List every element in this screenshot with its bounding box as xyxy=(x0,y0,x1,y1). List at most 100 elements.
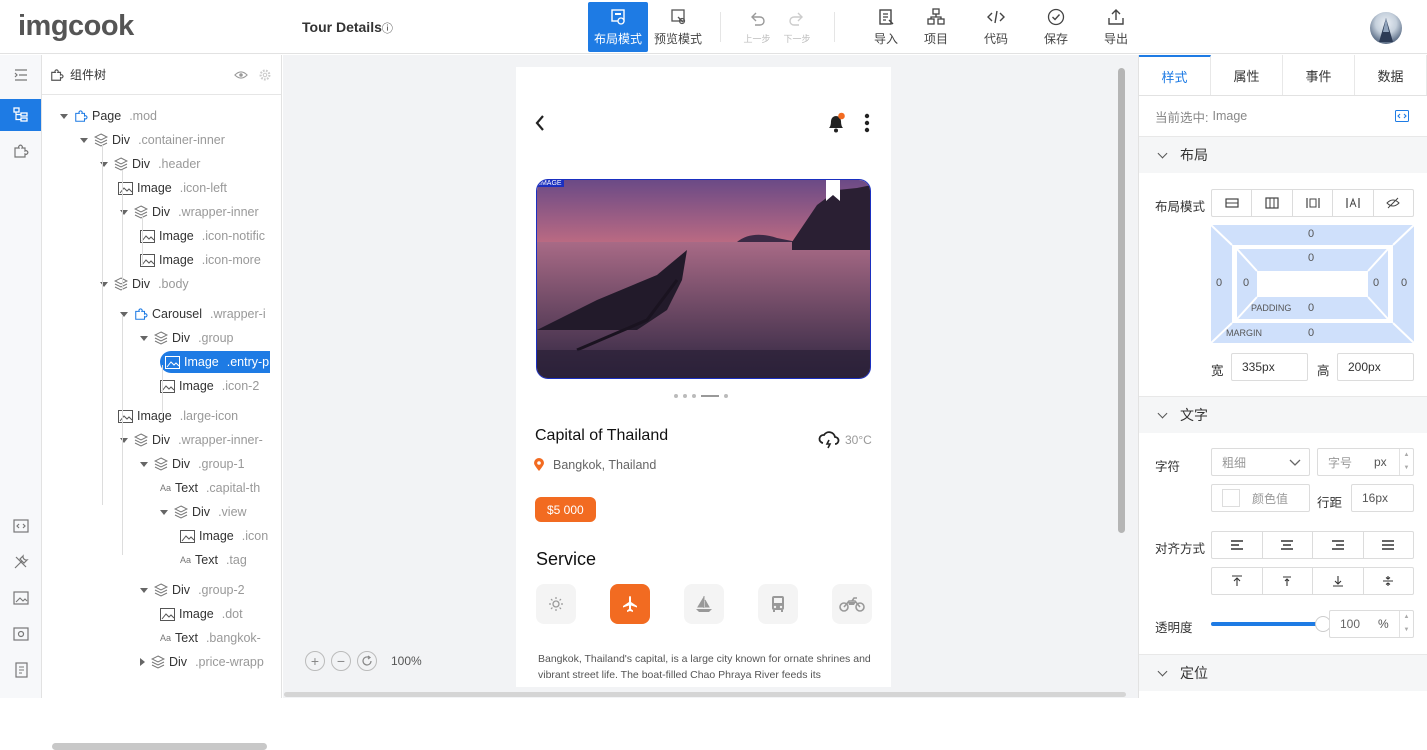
text-section-header[interactable]: 文字 xyxy=(1139,396,1427,433)
tree-node-div[interactable]: Div .body xyxy=(100,273,189,295)
rail-settings-button[interactable] xyxy=(0,618,41,650)
tab-style[interactable]: 样式 xyxy=(1139,55,1211,95)
tree-node-image[interactable]: Image .large-icon xyxy=(118,405,238,427)
tree-node-image[interactable]: Image .icon xyxy=(180,525,268,547)
tree-node-page[interactable]: Page .mod xyxy=(60,105,157,127)
font-weight-select[interactable]: 粗细 xyxy=(1211,448,1310,476)
canvas-horizontal-scrollbar[interactable] xyxy=(284,692,1126,697)
caret-down-icon[interactable] xyxy=(80,137,88,143)
rail-code-button[interactable] xyxy=(0,510,41,542)
tree-node-div[interactable]: Div .wrapper-inner- xyxy=(120,429,263,451)
service-motorbike-button[interactable] xyxy=(832,584,872,624)
caret-down-icon[interactable] xyxy=(60,113,68,119)
caret-right-icon[interactable] xyxy=(140,658,145,666)
carousel-dot[interactable] xyxy=(692,394,696,398)
app-logo[interactable]: imgcook xyxy=(18,10,134,43)
service-flight-button[interactable] xyxy=(610,584,650,624)
tree-node-image[interactable]: Image .icon-more xyxy=(140,249,261,271)
layout-section-header[interactable]: 布局 xyxy=(1139,136,1427,173)
valign-upper-option[interactable] xyxy=(1263,568,1313,594)
layout-absolute-option[interactable] xyxy=(1333,190,1374,216)
tree-node-text[interactable]: Aa Text .tag xyxy=(180,549,247,571)
margin-bottom-value[interactable]: 0 xyxy=(1308,327,1314,339)
import-button[interactable]: 导入 xyxy=(866,2,906,52)
opacity-slider[interactable] xyxy=(1211,616,1331,632)
more-options-icon[interactable] xyxy=(864,113,870,133)
tab-events[interactable]: 事件 xyxy=(1283,55,1355,95)
align-center-option[interactable] xyxy=(1263,532,1313,558)
caret-down-icon[interactable] xyxy=(160,509,168,515)
rail-tree-button[interactable] xyxy=(0,99,41,131)
redo-button[interactable]: 下一步 xyxy=(780,2,814,52)
tree-node-div[interactable]: Div .group-2 xyxy=(140,579,245,601)
zoom-reset-button[interactable] xyxy=(357,651,377,671)
line-height-input[interactable]: 16px xyxy=(1351,484,1414,512)
padding-left-value[interactable]: 0 xyxy=(1243,277,1249,289)
margin-right-value[interactable]: 0 xyxy=(1401,277,1407,289)
rail-tools-button[interactable] xyxy=(0,546,41,578)
layout-grid-option[interactable] xyxy=(1252,190,1293,216)
zoom-out-button[interactable]: − xyxy=(331,651,351,671)
layout-mode-button[interactable]: 布局模式 xyxy=(588,2,648,52)
tree-node-image[interactable]: Image .icon-notific xyxy=(140,225,265,247)
carousel-dot[interactable] xyxy=(683,394,687,398)
valign-middle-option[interactable] xyxy=(1364,568,1414,594)
tree-node-image[interactable]: Image .icon-left xyxy=(118,177,227,199)
rail-docs-button[interactable] xyxy=(0,654,41,686)
rail-outline-button[interactable] xyxy=(0,59,41,91)
margin-top-value[interactable]: 0 xyxy=(1308,228,1314,240)
tree-node-div[interactable]: Div .price-wrapp xyxy=(140,651,264,673)
bookmark-icon[interactable] xyxy=(825,180,841,202)
tree-node-image[interactable]: Image .icon-2 xyxy=(160,375,259,397)
save-button[interactable]: 保存 xyxy=(1036,2,1076,52)
layout-block-option[interactable] xyxy=(1212,190,1253,216)
carousel-image[interactable]: IMAGE xyxy=(536,179,871,379)
tree-node-div[interactable]: Div .wrapper-inner xyxy=(120,201,259,223)
tree-node-image[interactable]: Image .dot xyxy=(160,603,243,625)
undo-button[interactable]: 上一步 xyxy=(740,2,774,52)
width-input[interactable]: 335px xyxy=(1231,353,1308,381)
canvas-vertical-scrollbar[interactable] xyxy=(1118,68,1125,533)
align-left-option[interactable] xyxy=(1212,532,1263,558)
caret-down-icon[interactable] xyxy=(140,587,148,593)
info-icon[interactable]: ⓘ xyxy=(382,23,393,35)
service-bus-button[interactable] xyxy=(758,584,798,624)
opacity-input[interactable]: 100 % ▲ ▼ xyxy=(1329,610,1414,638)
tree-node-div[interactable]: Div .header xyxy=(100,153,200,175)
carousel-dot-active[interactable] xyxy=(701,395,719,397)
notification-bell-icon[interactable] xyxy=(826,112,846,134)
color-input[interactable]: 颜色值 xyxy=(1211,484,1310,512)
padding-top-value[interactable]: 0 xyxy=(1308,252,1314,264)
layout-hidden-option[interactable] xyxy=(1374,190,1413,216)
back-arrow-icon[interactable] xyxy=(534,114,546,132)
position-section-header[interactable]: 定位 xyxy=(1139,654,1427,691)
code-view-icon[interactable] xyxy=(1395,110,1409,122)
padding-bottom-value[interactable]: 0 xyxy=(1308,302,1314,314)
align-justify-option[interactable] xyxy=(1364,532,1414,558)
margin-left-value[interactable]: 0 xyxy=(1216,277,1222,289)
tree-node-text[interactable]: Aa Text .bangkok- xyxy=(160,627,261,649)
export-button[interactable]: 导出 xyxy=(1096,2,1136,52)
caret-down-icon[interactable] xyxy=(140,461,148,467)
tree-horizontal-scrollbar[interactable] xyxy=(52,743,267,750)
font-size-input[interactable]: 字号 px ▲ ▼ xyxy=(1317,448,1414,476)
tab-attributes[interactable]: 属性 xyxy=(1211,55,1283,95)
project-button[interactable]: 项目 xyxy=(916,2,956,52)
tree-node-carousel[interactable]: Carousel .wrapper-i xyxy=(120,303,266,325)
height-input[interactable]: 200px xyxy=(1337,353,1414,381)
code-button[interactable]: 代码 xyxy=(976,2,1016,52)
rail-assets-button[interactable] xyxy=(0,582,41,614)
tree-node-text[interactable]: Aa Text .capital-th xyxy=(160,477,260,499)
carousel-dot[interactable] xyxy=(724,394,728,398)
tree-node-div[interactable]: Div .view xyxy=(160,501,247,523)
font-size-stepper[interactable]: ▲ ▼ xyxy=(1399,449,1413,475)
tree-node-div[interactable]: Div .group xyxy=(140,327,234,349)
layout-flex-option[interactable] xyxy=(1293,190,1334,216)
preview-mode-button[interactable]: 预览模式 xyxy=(650,2,706,52)
valign-top-option[interactable] xyxy=(1212,568,1263,594)
zoom-in-button[interactable]: + xyxy=(305,651,325,671)
tree-node-div[interactable]: Div .group-1 xyxy=(140,453,245,475)
eye-icon[interactable] xyxy=(234,68,248,82)
valign-bottom-option[interactable] xyxy=(1313,568,1364,594)
color-swatch[interactable] xyxy=(1222,489,1240,507)
